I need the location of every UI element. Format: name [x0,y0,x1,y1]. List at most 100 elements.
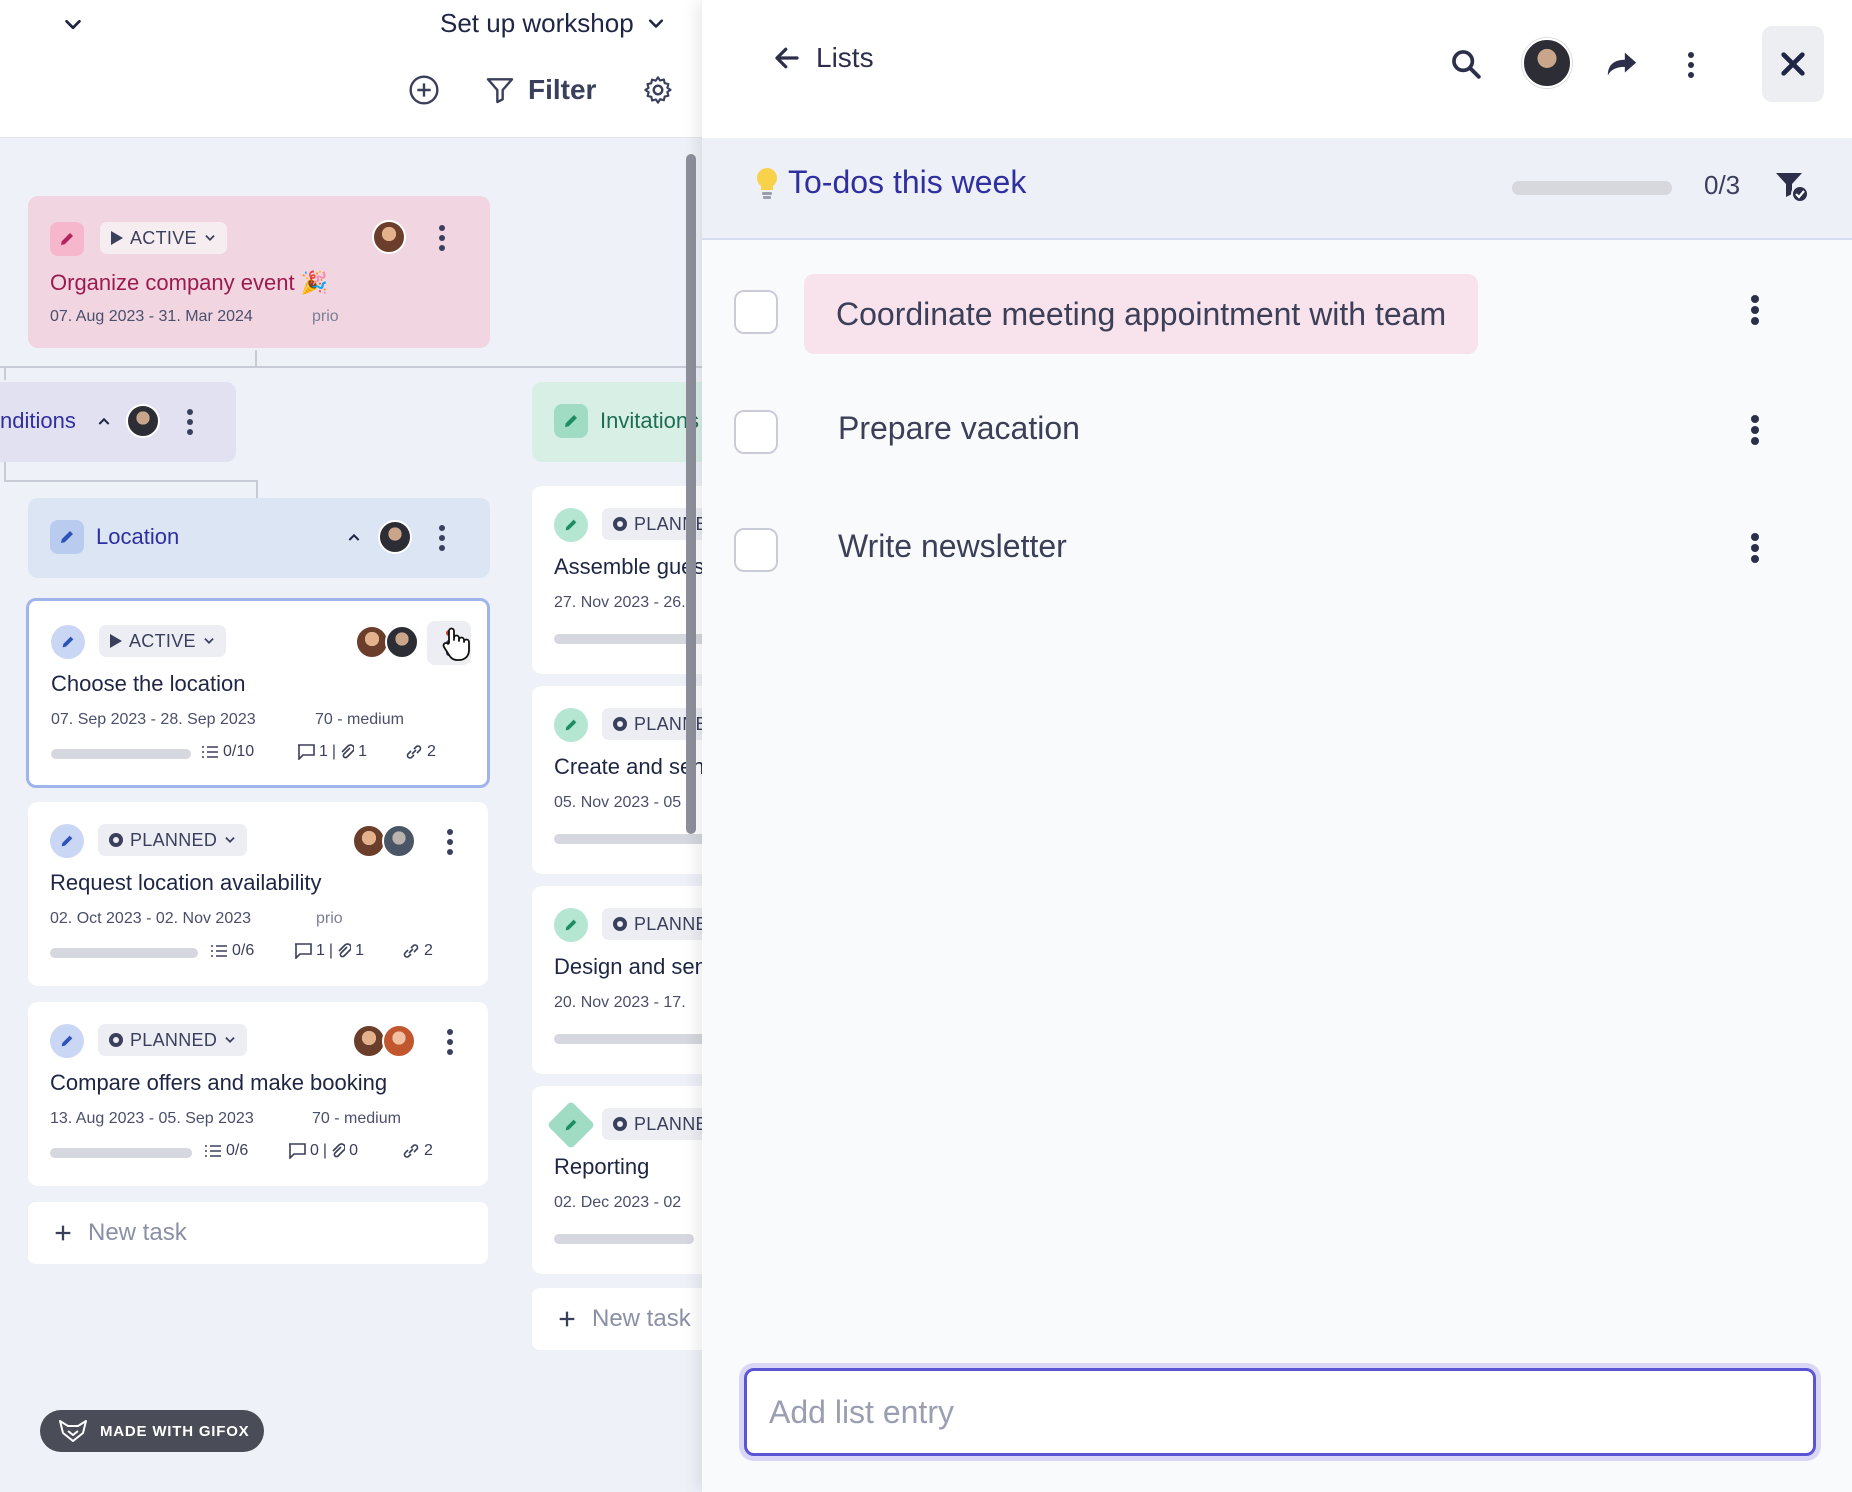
avatar[interactable] [1522,38,1572,88]
new-task-button[interactable]: New task [28,1202,488,1264]
tree-connector [0,366,702,368]
avatar[interactable] [355,625,389,659]
pencil-icon [565,519,577,531]
close-panel-button[interactable] [1762,26,1824,102]
task-title[interactable]: Request location availability [50,870,322,896]
task-card[interactable]: PLANNED Design and send 20. Nov 2023 - 1… [532,886,702,1074]
avatar[interactable] [352,824,386,858]
milestone-button[interactable] [546,1100,596,1150]
status-dropdown[interactable]: ACTIVE [100,222,227,254]
avatar[interactable] [378,520,412,554]
gear-icon [644,76,672,104]
parent-task-card[interactable]: ACTIVE Organize company event 🎉 07. Aug … [28,196,490,348]
edit-button[interactable] [554,708,588,742]
more-vertical-icon[interactable] [446,828,454,856]
status-dropdown[interactable]: ACTIVE [99,625,226,657]
group-conditions[interactable]: nditions [0,382,236,462]
filter-button[interactable]: Filter [484,70,596,110]
task-dates: 27. Nov 2023 - 26. [554,594,686,611]
task-progress-bar [554,634,702,644]
checklist-icon [205,1145,221,1157]
list-entry: Coordinate meeting appointment with team [702,262,1852,362]
more-vertical-icon[interactable] [438,524,446,552]
edit-button[interactable] [50,520,84,554]
more-vertical-icon[interactable] [1750,532,1760,564]
avatar[interactable] [372,220,406,254]
task-title[interactable]: Design and send [554,954,702,980]
more-vertical-icon[interactable] [1750,414,1760,446]
entry-checkbox[interactable] [734,528,778,572]
watermark-text: MADE WITH GIFOX [100,1422,250,1440]
task-title[interactable]: Choose the location [51,671,245,697]
task-card[interactable]: PLANNED Reporting 02. Dec 2023 - 02 [532,1086,702,1274]
task-title[interactable]: Reporting [554,1154,649,1180]
task-card[interactable]: PLANNED Create and send 05. Nov 2023 - 0… [532,686,702,874]
settings-button[interactable] [642,70,674,110]
more-vertical-icon[interactable] [438,224,446,252]
filter-icon [486,78,514,104]
edit-button[interactable] [554,404,588,438]
status-dropdown[interactable]: PLANNED [98,1024,248,1056]
chevron-up-icon[interactable] [346,530,362,546]
status-dropdown[interactable]: PLANNED [98,824,248,856]
task-card[interactable]: PLANNED Request location availability 02… [28,802,488,986]
scrollbar[interactable] [686,154,696,834]
link-count: 2 [405,743,436,761]
project-switcher[interactable]: Set up workshop [440,8,666,39]
add-list-entry-input[interactable] [744,1368,1816,1456]
entry-text[interactable]: Coordinate meeting appointment with team [804,274,1479,354]
play-icon [111,231,123,245]
chevron-down-icon [205,235,215,241]
back-to-lists-button[interactable]: Lists [772,42,874,74]
task-card[interactable]: ACTIVE Choose the location 07. Sep 2023 … [26,598,490,788]
add-button[interactable] [408,70,440,110]
filter-done-icon[interactable] [1774,170,1810,204]
edit-button[interactable] [51,625,85,659]
avatar[interactable] [382,1024,416,1058]
avatar[interactable] [382,824,416,858]
avatar[interactable] [385,625,419,659]
task-priority: prio [316,910,343,927]
task-title[interactable]: Organize company event 🎉 [50,270,328,296]
task-title[interactable]: Compare offers and make booking [50,1070,387,1096]
list-title[interactable]: To-dos this week [788,164,1026,201]
task-title[interactable]: Assemble guest list [554,554,702,580]
share-arrow-icon [1607,52,1637,76]
entry-text[interactable]: Write newsletter [838,528,1067,565]
avatar[interactable] [126,404,160,438]
status-dropdown[interactable]: PLANNED [602,1108,702,1140]
edit-button[interactable] [50,1024,84,1058]
more-vertical-icon[interactable] [1750,294,1760,326]
task-card[interactable]: PLANNED Assemble guest list 27. Nov 2023… [532,486,702,674]
edit-button[interactable] [50,824,84,858]
edit-button[interactable] [50,222,84,256]
comment-attachment-count: 1 | 1 [297,743,367,761]
pencil-icon [61,835,73,847]
chevron-down-icon[interactable] [62,14,84,36]
lists-panel: Lists To-dos this week 0/3 Coordinate me… [702,0,1852,1492]
more-vertical-icon[interactable] [186,408,194,436]
pencil-icon [565,1119,577,1131]
chevron-up-icon[interactable] [96,414,112,430]
edit-button[interactable] [554,508,588,542]
entry-checkbox[interactable] [734,410,778,454]
chevron-down-icon [225,837,235,843]
avatar[interactable] [352,1024,386,1058]
new-task-button[interactable]: New task [532,1288,702,1350]
group-label: Invitations [600,408,700,433]
task-card[interactable]: PLANNED Compare offers and make booking … [28,1002,488,1186]
entry-checkbox[interactable] [734,290,778,334]
edit-button[interactable] [554,908,588,942]
status-dropdown[interactable]: PLANNED [602,908,702,940]
group-invitations[interactable]: Invitations [532,382,702,462]
task-title[interactable]: Create and send [554,754,702,780]
group-location[interactable]: Location [28,498,490,578]
task-dates: 02. Oct 2023 - 02. Nov 2023 [50,910,252,927]
play-icon [110,634,122,648]
planned-icon [613,1117,627,1131]
more-options-button[interactable] [1686,50,1696,80]
entry-text[interactable]: Prepare vacation [838,410,1080,447]
search-button[interactable] [1446,44,1486,84]
more-vertical-icon[interactable] [446,1028,454,1056]
share-button[interactable] [1602,44,1642,84]
